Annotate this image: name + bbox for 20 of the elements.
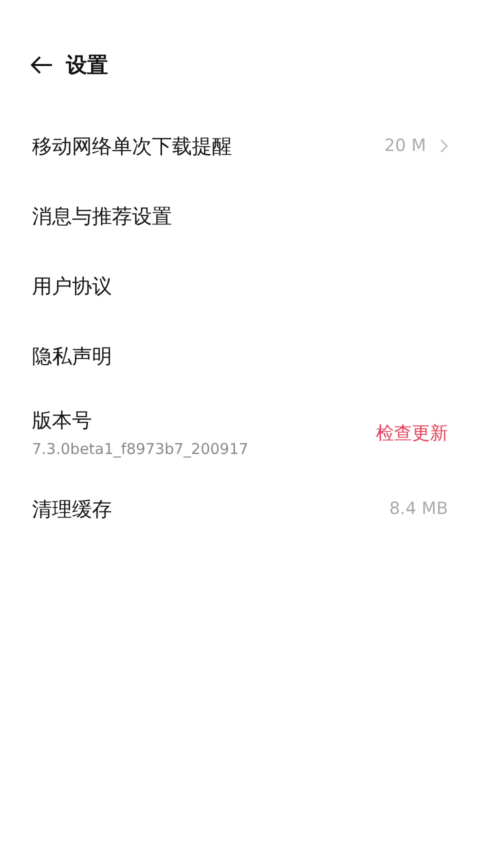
row-title: 消息与推荐设置 (32, 202, 172, 230)
row-title: 移动网络单次下载提醒 (32, 132, 232, 160)
row-value: 8.4 MB (389, 499, 448, 519)
settings-row[interactable]: 消息与推荐设置 (0, 181, 480, 251)
back-arrow-icon (30, 55, 54, 75)
row-title: 版本号 (32, 407, 93, 434)
back-button[interactable] (30, 55, 54, 75)
row-title: 用户协议 (32, 272, 112, 300)
check-update-link[interactable]: 检查更新 (376, 420, 448, 444)
row-value: 20 M (384, 136, 426, 156)
settings-row[interactable]: 清理缓存 8.4 MB (0, 474, 480, 544)
row-title: 清理缓存 (32, 496, 112, 522)
chevron-right-icon (440, 139, 448, 153)
settings-row[interactable]: 用户协议 (0, 251, 480, 321)
settings-row[interactable]: 版本号 7.3.0beta1_f8973b7_200917 检查更新 (0, 391, 480, 474)
page-title: 设置 (66, 52, 108, 79)
settings-row[interactable]: 隐私声明 (0, 321, 480, 391)
settings-row[interactable]: 移动网络单次下载提醒 20 M (0, 111, 480, 181)
row-title: 隐私声明 (32, 342, 112, 370)
version-number: 7.3.0beta1_f8973b7_200917 (32, 440, 248, 458)
